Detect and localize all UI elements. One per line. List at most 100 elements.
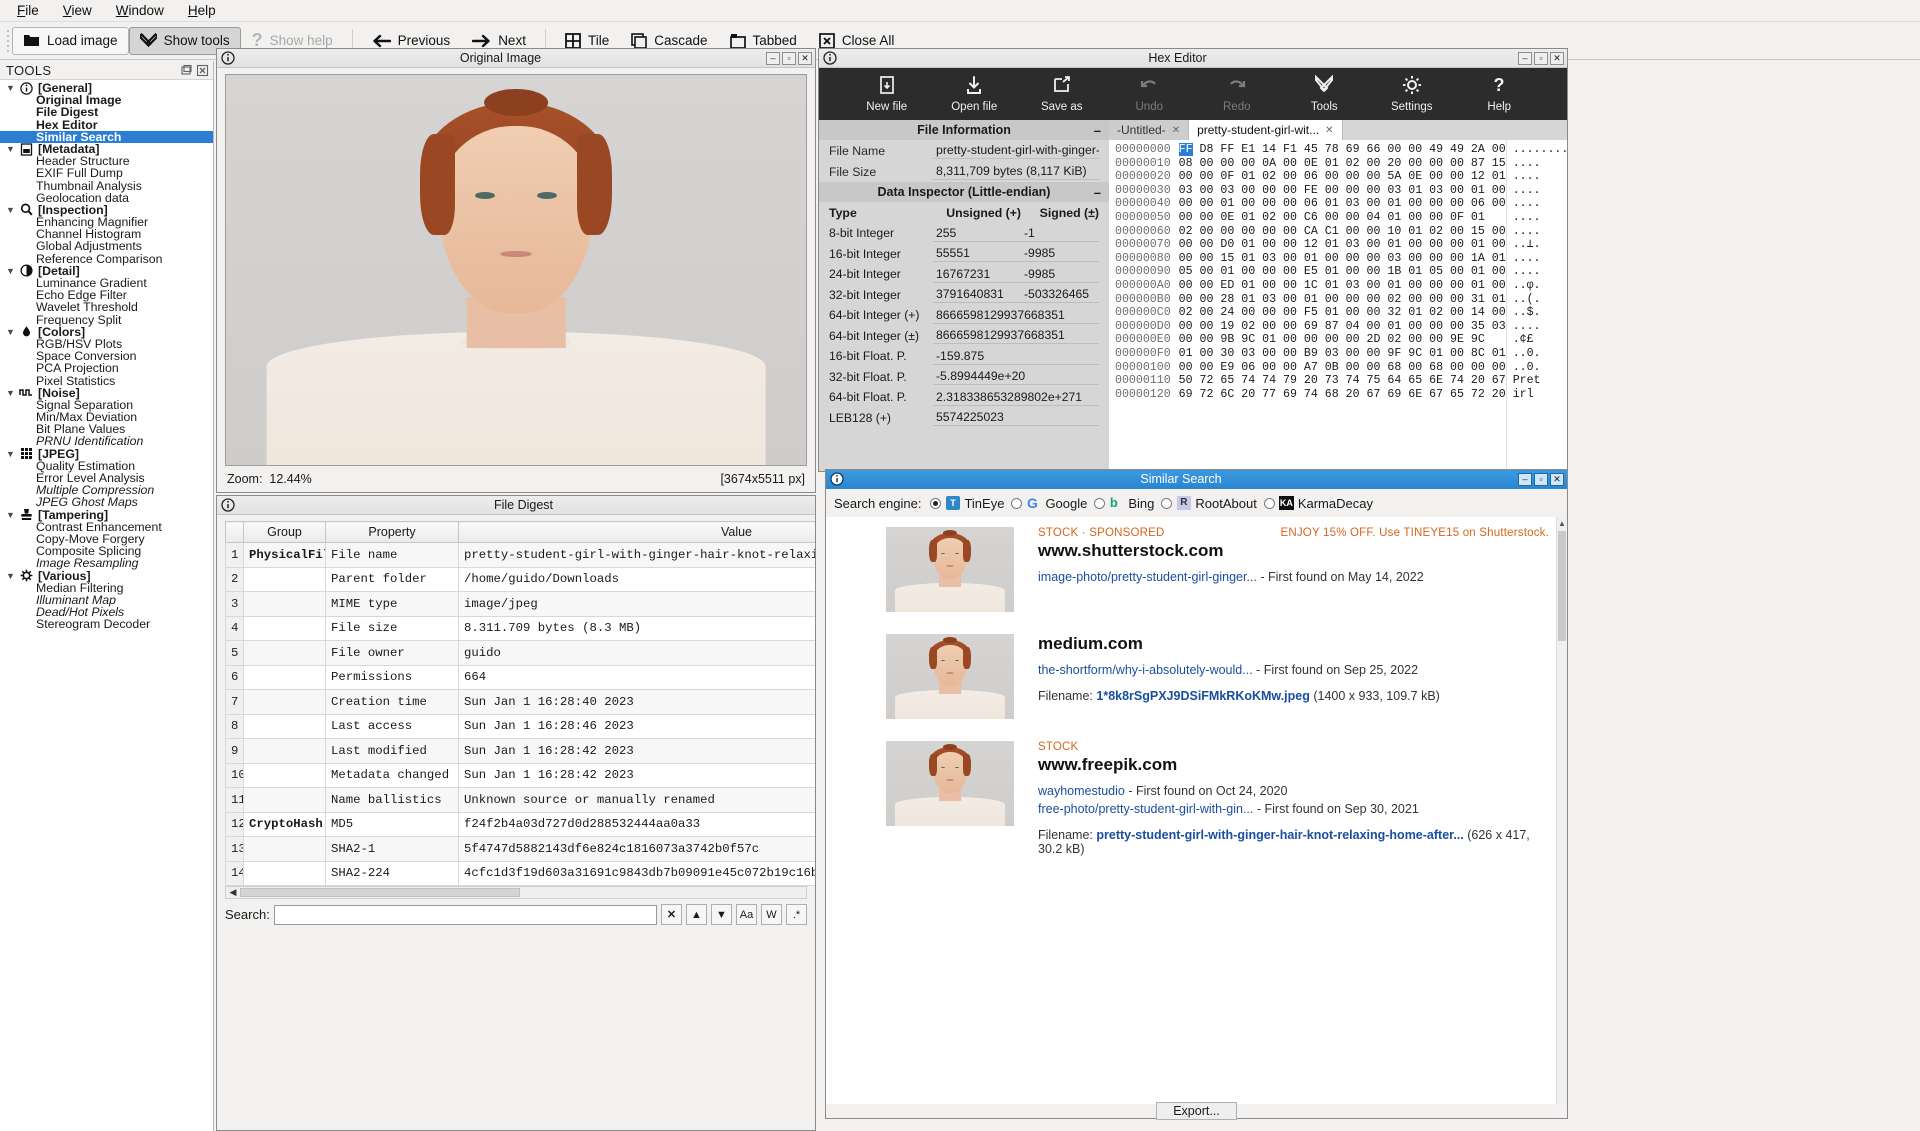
inspector-value[interactable]: 8666598129937668351 — [933, 307, 1099, 324]
table-row[interactable]: 9Last modifiedSun Jan 1 16:28:42 2023 — [226, 739, 816, 764]
menu-view[interactable]: View — [52, 1, 103, 20]
search-prev-button[interactable]: ▲ — [686, 904, 707, 925]
hex-settings-button[interactable]: Settings — [1380, 75, 1444, 113]
minimize-button[interactable]: – — [766, 52, 780, 65]
radio-button[interactable] — [1094, 498, 1105, 509]
hex-bytes-column[interactable]: FF D8 FF E1 14 F1 45 78 69 66 00 00 49 4… — [1179, 140, 1506, 471]
chevron-down-icon[interactable]: ▼ — [6, 509, 18, 521]
hex-editor-titlebar[interactable]: Hex Editor – ▫ ✕ — [819, 49, 1567, 68]
engine-option-rootabout[interactable]: RRootAbout — [1161, 496, 1256, 511]
tools-item-pixel-statistics[interactable]: Pixel Statistics — [0, 375, 213, 387]
result-link[interactable]: image-photo/pretty-student-girl-ginger..… — [1038, 570, 1257, 584]
chevron-down-icon[interactable]: ▼ — [6, 143, 18, 155]
collapse-icon[interactable]: – — [1094, 123, 1101, 138]
radio-button[interactable] — [1264, 498, 1275, 509]
engine-option-tineye[interactable]: TTinEye — [930, 496, 1004, 511]
search-result-item[interactable]: STOCKwww.freepik.comwayhomestudio - Firs… — [886, 741, 1549, 856]
menu-file[interactable]: File — [6, 1, 50, 20]
tools-group-various[interactable]: ▼[Various] — [0, 570, 213, 582]
tools-item-frequency-split[interactable]: Frequency Split — [0, 314, 213, 326]
table-row[interactable]: 14SHA2-2244cfc1d3f19d603a31691c9843db7b0… — [226, 861, 816, 886]
close-icon[interactable]: ✕ — [1325, 125, 1333, 136]
close-icon[interactable]: ✕ — [1172, 125, 1180, 136]
collapse-icon[interactable]: – — [1094, 185, 1101, 200]
tools-item-original-image[interactable]: Original Image — [0, 94, 213, 106]
search-case-button[interactable]: Aa — [736, 904, 757, 925]
similar-search-titlebar[interactable]: Similar Search – ▫ ✕ — [826, 470, 1567, 489]
digest-col-property[interactable]: Property — [326, 522, 459, 543]
inspector-unsigned[interactable]: 55551 — [933, 245, 1021, 262]
tools-item-image-resampling[interactable]: Image Resampling — [0, 557, 213, 569]
hex-bytes[interactable]: 69 72 6C 20 77 69 74 68 20 67 69 6E 67 6… — [1179, 388, 1506, 402]
hex-bytes[interactable]: 50 72 65 74 74 79 20 73 74 75 64 65 6E 7… — [1179, 374, 1506, 388]
tools-item-stereogram-decoder[interactable]: Stereogram Decoder — [0, 618, 213, 630]
file-digest-table[interactable]: GroupPropertyValue 1PhysicalFileFile nam… — [225, 521, 815, 886]
hex-bytes[interactable]: 03 00 03 00 00 00 FE 00 00 00 03 01 03 0… — [1179, 184, 1506, 198]
close-button[interactable]: ✕ — [1550, 52, 1564, 65]
inspector-unsigned[interactable]: 255 — [933, 225, 1021, 242]
minimize-button[interactable]: – — [1518, 52, 1532, 65]
search-result-item[interactable]: medium.comthe-shortform/why-i-absolutely… — [886, 634, 1549, 719]
search-results-list[interactable]: STOCK · SPONSOREDENJOY 15% OFF. Use TINE… — [826, 517, 1567, 1118]
hex-bytes[interactable]: 00 00 28 01 03 00 01 00 00 00 02 00 00 0… — [1179, 293, 1506, 307]
hex-bytes[interactable]: 00 00 D0 01 00 00 12 01 03 00 01 00 00 0… — [1179, 238, 1506, 252]
table-row[interactable]: 2Parent folder/home/guido/Downloads — [226, 567, 816, 592]
hex-open-file-button[interactable]: Open file — [942, 75, 1006, 113]
chevron-down-icon[interactable]: ▼ — [6, 82, 18, 94]
results-vertical-scrollbar[interactable]: ▲ ▼ — [1556, 517, 1567, 1118]
radio-button[interactable] — [1161, 498, 1172, 509]
hex-save-as-button[interactable]: Save as — [1030, 75, 1094, 113]
maximize-button[interactable]: ▫ — [1534, 52, 1548, 65]
result-filename[interactable]: pretty-student-girl-with-ginger-hair-kno… — [1096, 828, 1463, 842]
inspector-value[interactable]: -5.8994449e+20 — [933, 368, 1099, 385]
table-row[interactable]: 4File size8.311.709 bytes (8.3 MB) — [226, 616, 816, 641]
hex-new-file-button[interactable]: New file — [855, 75, 919, 113]
inspector-value[interactable]: 8666598129937668351 — [933, 327, 1099, 344]
hex-bytes[interactable]: 08 00 00 00 0A 00 0E 01 02 00 20 00 00 0… — [1179, 157, 1506, 171]
hex-grid[interactable]: 0000000000000010000000200000003000000040… — [1109, 140, 1567, 471]
search-input[interactable] — [274, 905, 657, 925]
tools-tree[interactable]: ▼[General]Original ImageFile DigestHex E… — [0, 80, 213, 1131]
chevron-down-icon[interactable]: ▼ — [6, 326, 18, 338]
tools-item-exif-full-dump[interactable]: EXIF Full Dump — [0, 167, 213, 179]
hex-help-button[interactable]: ?Help — [1467, 75, 1531, 113]
image-viewport[interactable] — [225, 74, 807, 466]
result-thumbnail[interactable] — [886, 527, 1014, 612]
hex-bytes[interactable]: 00 00 9B 9C 01 00 00 00 00 2D 02 00 00 9… — [1179, 333, 1506, 347]
digest-col-rownum[interactable] — [226, 522, 244, 543]
tools-item-global-adjustments[interactable]: Global Adjustments — [0, 240, 213, 252]
search-word-button[interactable]: W — [761, 904, 782, 925]
radio-button[interactable] — [1011, 498, 1022, 509]
minimize-button[interactable]: – — [1518, 473, 1532, 486]
engine-option-bing[interactable]: bBing — [1094, 496, 1154, 511]
hex-bytes[interactable]: 00 00 ED 01 00 00 1C 01 03 00 01 00 00 0… — [1179, 279, 1506, 293]
file-digest-hscrollbar[interactable]: ◀ — [225, 886, 807, 899]
tools-item-prnu-identification[interactable]: PRNU Identification — [0, 435, 213, 447]
chevron-down-icon[interactable]: ▼ — [6, 570, 18, 582]
table-row[interactable]: 11Name ballisticsUnknown source or manua… — [226, 788, 816, 813]
close-button[interactable]: ✕ — [1550, 473, 1564, 486]
hex-tab-active[interactable]: pretty-student-girl-wit...✕ — [1189, 120, 1342, 140]
chevron-down-icon[interactable]: ▼ — [6, 204, 18, 216]
tools-group-jpeg[interactable]: ▼[JPEG] — [0, 448, 213, 460]
inspector-value[interactable]: 2.318338653289802e+271 — [933, 389, 1099, 406]
tools-item-wavelet-threshold[interactable]: Wavelet Threshold — [0, 301, 213, 313]
file-digest-rows[interactable]: 1PhysicalFileFile namepretty-student-gir… — [226, 543, 816, 886]
tools-panel-float-button[interactable] — [180, 64, 193, 77]
hex-bytes[interactable]: 01 00 30 03 00 00 B9 03 00 00 9F 9C 01 0… — [1179, 347, 1506, 361]
engine-option-google[interactable]: GGoogle — [1011, 496, 1087, 511]
load-image-button[interactable]: Load image — [12, 27, 129, 55]
tools-item-hex-editor[interactable]: Hex Editor — [0, 119, 213, 131]
menu-window[interactable]: Window — [105, 1, 175, 20]
table-row[interactable]: 1PhysicalFileFile namepretty-student-gir… — [226, 543, 816, 568]
inspector-unsigned[interactable]: 16767231 — [933, 266, 1021, 283]
hex-selected-byte[interactable]: FF — [1179, 143, 1193, 156]
tools-item-thumbnail-analysis[interactable]: Thumbnail Analysis — [0, 180, 213, 192]
hex-bytes[interactable]: 00 00 01 00 00 00 06 01 03 00 01 00 00 0… — [1179, 197, 1506, 211]
hex-bytes[interactable]: FF D8 FF E1 14 F1 45 78 69 66 00 00 49 4… — [1179, 143, 1506, 157]
maximize-button[interactable]: ▫ — [782, 52, 796, 65]
table-row[interactable]: 13SHA2-15f4747d5882143df6e824c1816073a37… — [226, 837, 816, 862]
hex-bytes[interactable]: 00 00 19 02 00 00 69 87 04 00 01 00 00 0… — [1179, 320, 1506, 334]
table-row[interactable]: 3MIME typeimage/jpeg — [226, 592, 816, 617]
table-row[interactable]: 5File ownerguido — [226, 641, 816, 666]
